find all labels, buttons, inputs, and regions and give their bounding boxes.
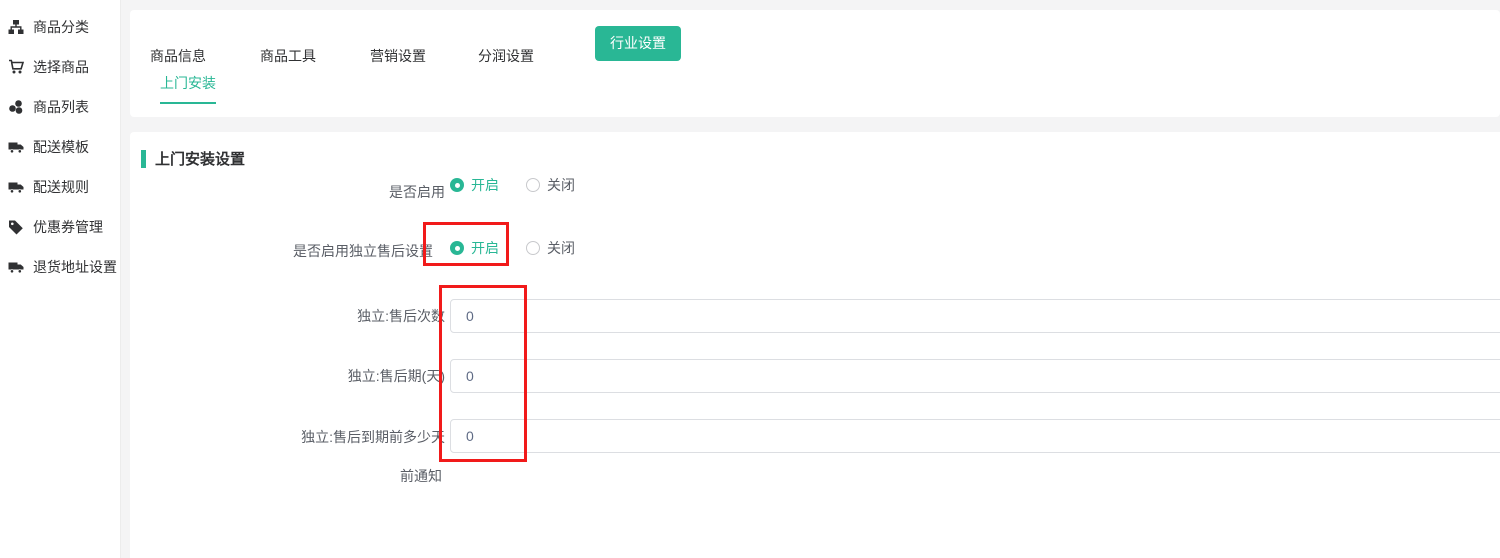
sidebar-item-label: 选择商品 <box>33 57 89 77</box>
radio-independent-off[interactable] <box>526 241 540 255</box>
tab-industry-settings-active[interactable]: 行业设置 <box>595 26 681 61</box>
truck-icon <box>8 259 24 275</box>
sidebar-item-label: 配送模板 <box>33 137 89 157</box>
label-aftersale-notify-line1: 独立:售后到期前多少天 <box>130 429 445 445</box>
sidebar-item-coupon-management[interactable]: 优惠券管理 <box>0 207 120 247</box>
truck-icon <box>8 179 24 195</box>
label-enable: 是否启用 <box>130 184 445 200</box>
sidebar-item-product-list[interactable]: 商品列表 <box>0 87 120 127</box>
tab-marketing[interactable]: 营销设置 <box>370 46 426 66</box>
label-aftersale-notify-line2: 前通知 <box>400 468 442 484</box>
tag-icon <box>8 219 24 235</box>
radio-enable-off[interactable] <box>526 178 540 192</box>
section-accent-bar <box>141 150 146 168</box>
radio-label-on[interactable]: 开启 <box>471 175 499 195</box>
sidebar-item-product-category[interactable]: 商品分类 <box>0 7 120 47</box>
input-aftersale-count[interactable] <box>450 299 1500 333</box>
label-aftersale-count: 独立:售后次数 <box>130 308 445 324</box>
subtab-onsite-install[interactable]: 上门安装 <box>160 73 216 104</box>
cluster-icon <box>8 99 24 115</box>
section-header: 上门安装设置 <box>141 148 245 169</box>
sidebar-item-label: 优惠券管理 <box>33 217 103 237</box>
truck-icon <box>8 139 24 155</box>
label-aftersale-period: 独立:售后期(天) <box>130 368 445 384</box>
sidebar-item-return-address[interactable]: 退货地址设置 <box>0 247 120 287</box>
sidebar-item-label: 退货地址设置 <box>33 257 117 277</box>
cart-icon <box>8 59 24 75</box>
radio-label-off[interactable]: 关闭 <box>547 238 575 258</box>
radio-enable-on-checked[interactable] <box>450 178 464 192</box>
input-aftersale-notify-days[interactable] <box>450 419 1500 453</box>
radio-label-off[interactable]: 关闭 <box>547 175 575 195</box>
radio-independent-on-checked[interactable] <box>450 241 464 255</box>
radio-group-independent-aftersale: 开启 关闭 <box>450 240 575 256</box>
radio-label-on[interactable]: 开启 <box>471 238 499 258</box>
sidebar-item-label: 配送规则 <box>33 177 89 197</box>
sidebar-item-delivery-template[interactable]: 配送模板 <box>0 127 120 167</box>
sidebar: 商品分类 选择商品 商品列表 配送模板 配送规则 <box>0 0 121 558</box>
label-independent-aftersale-enable: 是否启用独立售后设置 <box>130 243 433 259</box>
sitemap-icon <box>8 19 24 35</box>
page: 商品分类 选择商品 商品列表 配送模板 配送规则 <box>0 0 1500 558</box>
section-title: 上门安装设置 <box>155 148 245 169</box>
form-card: 上门安装设置 是否启用 开启 关闭 是否启用独立售后设置 开启 关闭 独立:售后… <box>130 132 1500 558</box>
tab-profit-sharing[interactable]: 分润设置 <box>478 46 534 66</box>
sidebar-item-label: 商品分类 <box>33 17 89 37</box>
sidebar-item-select-product[interactable]: 选择商品 <box>0 47 120 87</box>
sidebar-item-label: 商品列表 <box>33 97 89 117</box>
tabs-card: 商品信息 商品工具 营销设置 分润设置 行业设置 上门安装 <box>130 10 1500 117</box>
input-aftersale-period[interactable] <box>450 359 1500 393</box>
radio-group-enable: 开启 关闭 <box>450 177 575 193</box>
tab-product-info[interactable]: 商品信息 <box>150 46 206 66</box>
tab-product-tools[interactable]: 商品工具 <box>260 46 316 66</box>
sidebar-item-delivery-rules[interactable]: 配送规则 <box>0 167 120 207</box>
